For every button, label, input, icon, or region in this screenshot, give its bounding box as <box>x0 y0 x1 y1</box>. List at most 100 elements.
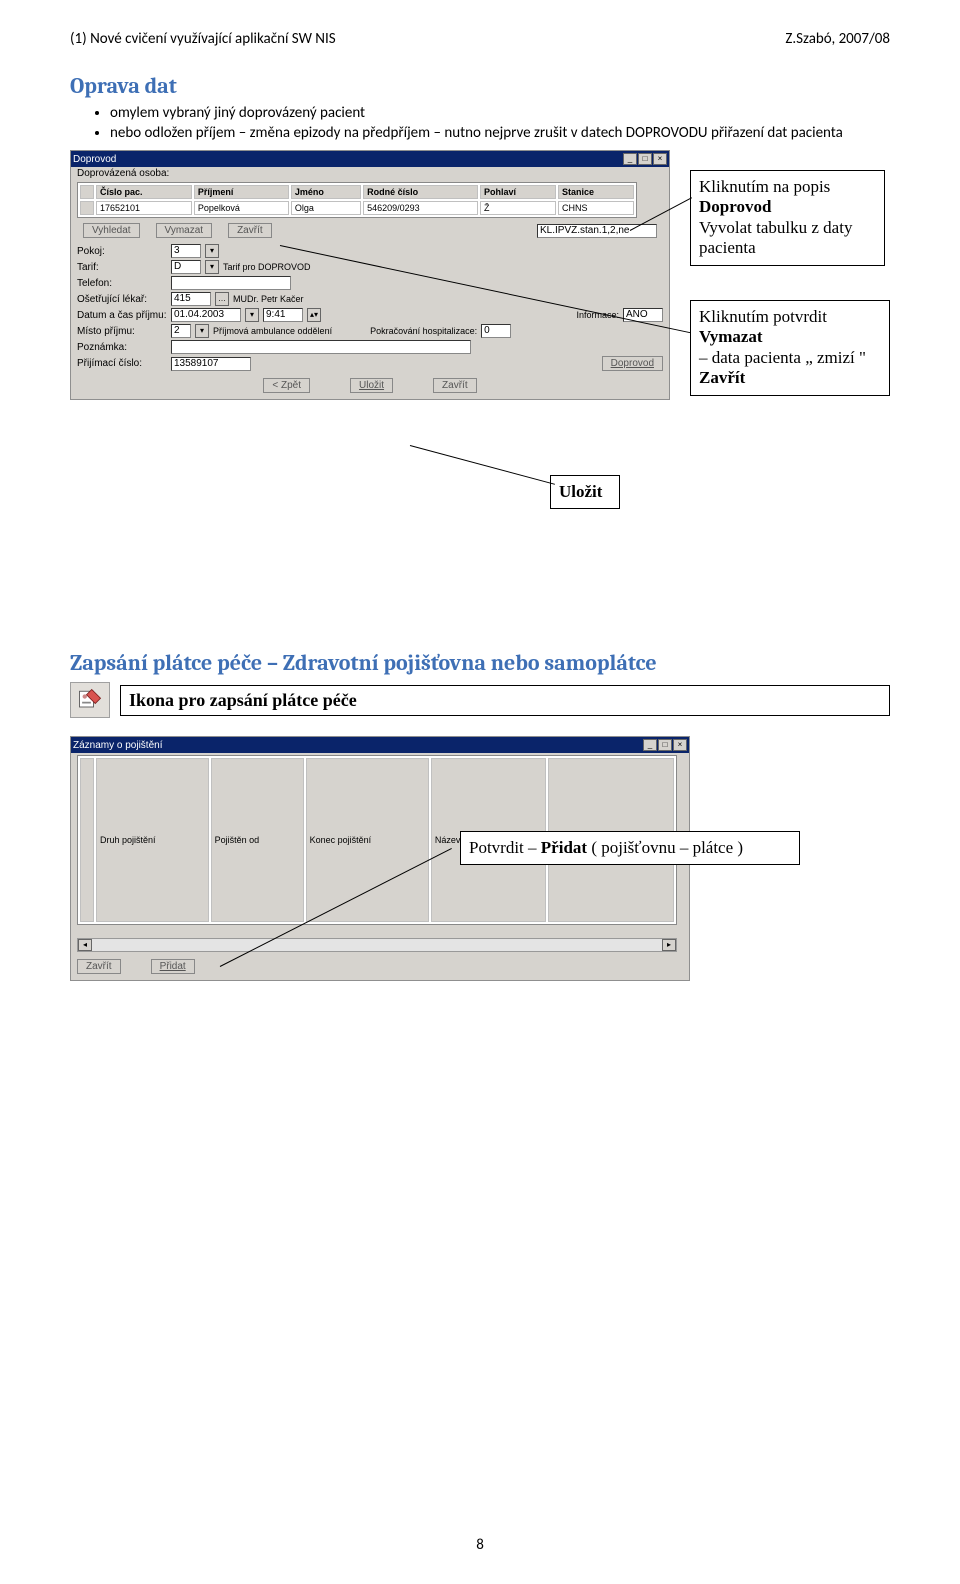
datum-dropdown[interactable]: ▾ <box>245 308 259 322</box>
tarif-desc: Tarif pro DOPROVOD <box>223 262 311 272</box>
pokoj-label: Pokoj: <box>77 246 167 257</box>
col-od: Pojištěn od <box>211 758 304 922</box>
telefon-label: Telefon: <box>77 278 167 289</box>
callout3-text: Uložit <box>559 482 602 501</box>
cell-rc: 546209/0293 <box>363 201 478 215</box>
callout2-line2: Vymazat <box>699 327 763 346</box>
col-rc: Rodné číslo <box>363 185 478 199</box>
table-row[interactable]: 17652101 Popelková Olga 546209/0293 Ž CH… <box>80 201 634 215</box>
page-header: (1) Nové cvičení využívající aplikační S… <box>70 30 890 48</box>
window-title: Doprovod <box>73 154 116 165</box>
ulozit-button[interactable]: Uložit <box>350 378 393 393</box>
tarif-input[interactable]: D <box>171 260 201 274</box>
window2-title: Záznamy o pojištění <box>73 740 163 751</box>
vymazat-button[interactable]: Vymazat <box>156 223 213 238</box>
section1-bullets: omylem vybraný jiný doprovázený pacient … <box>110 104 890 142</box>
payer-icon[interactable] <box>70 682 110 718</box>
lekar-input[interactable]: 415 <box>171 292 211 306</box>
maximize-button[interactable]: □ <box>638 153 652 165</box>
screenshot-pojisteni-wrap: Záznamy o pojištění _ □ × Druh pojištění… <box>70 736 890 996</box>
callout2-line4: Zavřít <box>699 368 745 387</box>
lekar-label: Ošetřující lékař: <box>77 294 167 305</box>
telefon-input[interactable] <box>171 276 291 290</box>
header-right: Z.Szabó, 2007/08 <box>785 30 890 48</box>
callout-pridat: Potvrdit – Přidat ( pojišťovnu – plátce … <box>460 831 800 865</box>
patient-grid[interactable]: Číslo pac. Příjmení Jméno Rodné číslo Po… <box>77 182 637 218</box>
col-cislo: Číslo pac. <box>96 185 192 199</box>
titlebar2: Záznamy o pojištění _ □ × <box>71 737 689 753</box>
vyhledat-button[interactable]: Vyhledat <box>83 223 140 238</box>
min2-button[interactable]: _ <box>643 739 657 751</box>
pozn-input[interactable] <box>171 340 471 354</box>
pokoj-dropdown[interactable]: ▾ <box>205 244 219 258</box>
prijcislo-input[interactable]: 13589107 <box>171 357 251 371</box>
bullet-2: nebo odložen příjem – změna epizody na p… <box>110 124 890 142</box>
lekar-name: MUDr. Petr Kačer <box>233 294 304 304</box>
callout3-pointer <box>410 445 555 485</box>
col-stanice: Stanice <box>558 185 634 199</box>
col-pohlavi: Pohlaví <box>480 185 556 199</box>
callout1-line1: Kliknutím na popis <box>699 177 830 196</box>
datum-label: Datum a čas příjmu: <box>77 310 167 321</box>
pozn-label: Poznámka: <box>77 342 167 353</box>
misto-label: Místo příjmu: <box>77 326 167 337</box>
misto-dropdown[interactable]: ▾ <box>195 324 209 338</box>
pokr-label: Pokračování hospitalizace: <box>370 326 477 336</box>
datum-input[interactable]: 01.04.2003 <box>171 308 241 322</box>
subtitle: Doprovázená osoba: <box>77 168 169 179</box>
callout2-line3: – data pacienta „ zmizí " <box>699 348 866 367</box>
minimize-button[interactable]: _ <box>623 153 637 165</box>
col-prijmeni: Příjmení <box>194 185 289 199</box>
misto-input[interactable]: 2 <box>171 324 191 338</box>
cas-spinner[interactable]: ▴▾ <box>307 308 321 322</box>
callout2-line1: Kliknutím potvrdit <box>699 307 827 326</box>
close-button[interactable]: × <box>653 153 667 165</box>
pokr-input[interactable]: 0 <box>481 324 511 338</box>
close2-button[interactable]: × <box>673 739 687 751</box>
zpet-button[interactable]: < Zpět <box>263 378 310 393</box>
cell-stanice: CHNS <box>558 201 634 215</box>
callout1-line3: Vyvolat tabulku z daty <box>699 218 852 237</box>
zavrit-button[interactable]: Zavřít <box>228 223 272 238</box>
col-jmeno: Jméno <box>291 185 361 199</box>
callout4-pre: Potvrdit – <box>469 838 541 857</box>
callout4-post: ( pojišťovnu – plátce ) <box>587 838 743 857</box>
icon-label: Ikona pro zapsání plátce péče <box>120 685 890 716</box>
scroll-left[interactable]: ◂ <box>78 939 92 951</box>
prijcislo-label: Přijímací číslo: <box>77 358 167 369</box>
cell-prijmeni: Popelková <box>194 201 289 215</box>
cell-cislo: 17652101 <box>96 201 192 215</box>
callout-doprovod: Kliknutím na popis Doprovod Vyvolat tabu… <box>690 170 885 266</box>
cas-input[interactable]: 9:41 <box>263 308 303 322</box>
scroll-right[interactable]: ▸ <box>662 939 676 951</box>
lekar-lookup[interactable]: … <box>215 292 229 306</box>
col-konec: Konec pojištění <box>306 758 429 922</box>
callout1-line4: pacienta <box>699 238 756 257</box>
zavrit-bottom-button[interactable]: Zavřít <box>433 378 477 393</box>
callout-ulozit: Uložit <box>550 475 620 509</box>
screenshot-doprovod-wrap: Doprovod _ □ × Doprovázená osoba: Číslo … <box>70 150 890 610</box>
zavrit2-button[interactable]: Zavřít <box>77 959 121 974</box>
horizontal-scrollbar[interactable]: ◂ ▸ <box>77 938 677 952</box>
titlebar: Doprovod _ □ × <box>71 151 669 167</box>
header-left: (1) Nové cvičení využívající aplikační S… <box>70 30 336 48</box>
tarif-dropdown[interactable]: ▾ <box>205 260 219 274</box>
callout1-line2: Doprovod <box>699 197 771 216</box>
misto-desc: Příjmová ambulance oddělení <box>213 326 332 336</box>
bullet-1: omylem vybraný jiný doprovázený pacient <box>110 104 890 122</box>
window-doprovod: Doprovod _ □ × Doprovázená osoba: Číslo … <box>70 150 670 400</box>
pridat-button[interactable]: Přidat <box>151 959 195 974</box>
section1-title: Oprava dat <box>70 73 890 99</box>
pokoj-input[interactable]: 3 <box>171 244 201 258</box>
callout-vymazat: Kliknutím potvrdit Vymazat – data pacien… <box>690 300 890 396</box>
callout4-bold: Přidat <box>541 838 587 857</box>
page-number: 8 <box>0 1536 960 1554</box>
cell-jmeno: Olga <box>291 201 361 215</box>
icon-row: Ikona pro zapsání plátce péče <box>70 682 890 718</box>
section2-title: Zapsání plátce péče – Zdravotní pojišťov… <box>70 650 890 676</box>
tarif-label: Tarif: <box>77 262 167 273</box>
doprovod-button[interactable]: Doprovod <box>602 356 663 371</box>
col-druh: Druh pojištění <box>96 758 209 922</box>
cell-pohlavi: Ž <box>480 201 556 215</box>
max2-button[interactable]: □ <box>658 739 672 751</box>
